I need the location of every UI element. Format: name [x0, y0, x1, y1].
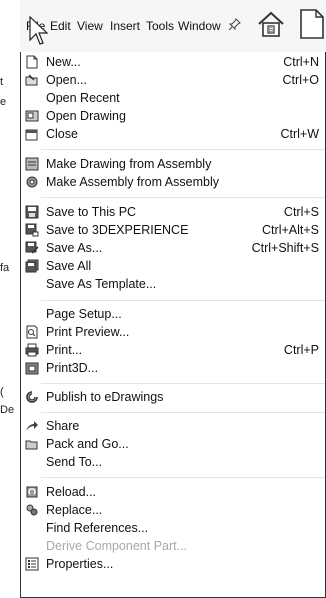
menu-item-save-to-this-pc[interactable]: Save to This PC Ctrl+S — [21, 203, 325, 221]
menu-item-label: Open... — [46, 73, 87, 87]
menu-item-label: Page Setup... — [46, 307, 122, 321]
menu-item-label: Print3D... — [46, 361, 99, 375]
menu-item-label: Send To... — [46, 455, 103, 469]
menu-item-label: Pack and Go... — [46, 437, 129, 451]
menu-item-derive-component-part: Derive Component Part... — [21, 537, 325, 555]
menu-separator — [41, 383, 325, 384]
menu-window[interactable]: Window — [178, 19, 221, 33]
menu-item-label: Make Drawing from Assembly — [46, 157, 212, 171]
menu-item-label: Properties... — [46, 557, 114, 571]
menu-separator — [41, 412, 325, 413]
menu-item-label: Replace... — [46, 503, 103, 517]
menu-item-label: Share — [46, 419, 80, 433]
menu-item-save-as-template[interactable]: Save As Template... — [21, 275, 325, 293]
menu-item-shortcut: Ctrl+Alt+S — [262, 223, 319, 237]
background-text-fragment: De — [0, 404, 15, 416]
svg-text:B: B — [269, 28, 273, 34]
menu-item-find-references[interactable]: Find References... — [21, 519, 325, 537]
menu-item-page-setup[interactable]: Page Setup... — [21, 305, 325, 323]
menu-item-label: Save All — [46, 259, 92, 273]
menu-item-label: Open Drawing — [46, 109, 126, 123]
menu-item-label: Print... — [46, 343, 83, 357]
menu-item-shortcut: Ctrl+N — [283, 55, 319, 69]
menu-item-save-all[interactable]: Save All — [21, 257, 325, 275]
menu-item-save-as[interactable]: Save As... Ctrl+Shift+S — [21, 239, 325, 257]
menu-view[interactable]: View — [77, 19, 103, 33]
menu-item-label: Reload... — [46, 485, 97, 499]
menu-item-label: Derive Component Part... — [46, 539, 188, 553]
menu-item-save-to-3dexperience[interactable]: Save to 3DEXPERIENCE Ctrl+Alt+S — [21, 221, 325, 239]
menu-item-replace[interactable]: Replace... — [21, 501, 325, 519]
pack-and-go-icon — [25, 440, 38, 450]
save-icon — [25, 205, 39, 219]
save-as-icon — [25, 241, 39, 254]
replace-icon — [26, 504, 38, 516]
printer-icon — [25, 343, 39, 357]
save-cloud-icon — [25, 223, 39, 237]
menu-item-close[interactable]: Close Ctrl+W — [21, 125, 325, 143]
properties-icon — [25, 557, 39, 571]
new-document-icon[interactable] — [299, 8, 325, 40]
assembly-icon — [26, 176, 38, 188]
print-preview-icon — [26, 325, 38, 339]
menu-insert[interactable]: Insert — [110, 19, 140, 33]
menu-item-label: Save to 3DEXPERIENCE — [46, 223, 189, 237]
menu-item-shortcut: Ctrl+P — [283, 343, 319, 357]
menu-item-label: Find References... — [46, 521, 149, 535]
menu-item-pack-and-go[interactable]: Pack and Go... — [21, 435, 325, 453]
menu-item-label: Close — [46, 127, 78, 141]
menu-item-shortcut: Ctrl+O — [282, 73, 319, 87]
menu-item-print3d[interactable]: Print3D... — [21, 359, 325, 377]
menu-item-label: Publish to eDrawings — [46, 390, 164, 404]
menu-item-label: New... — [46, 55, 81, 69]
menu-item-shortcut: Ctrl+S — [283, 205, 319, 219]
menu-item-shortcut: Ctrl+W — [280, 127, 319, 141]
menu-item-open-recent[interactable]: Open Recent — [21, 89, 325, 107]
menu-item-label: Save As... — [46, 241, 103, 255]
menu-item-print[interactable]: Print... Ctrl+P — [21, 341, 325, 359]
menu-item-label: Print Preview... — [46, 325, 130, 339]
menu-item-send-to[interactable]: Send To... — [21, 453, 325, 471]
menu-item-share[interactable]: Share — [21, 417, 325, 435]
menu-item-open[interactable]: Open... Ctrl+O — [21, 71, 325, 89]
menu-tools[interactable]: Tools — [146, 19, 174, 33]
drawing-from-assembly-icon — [25, 157, 39, 171]
menu-item-label: Save to This PC — [46, 205, 137, 219]
save-all-icon — [25, 259, 39, 273]
menu-separator — [41, 477, 325, 478]
menu-item-label: Make Assembly from Assembly — [46, 175, 219, 189]
menu-item-print-preview[interactable]: Print Preview... — [21, 323, 325, 341]
menu-separator — [41, 149, 325, 150]
menu-item-label: Open Recent — [46, 91, 120, 105]
menu-item-make-drawing-from-assembly[interactable]: Make Drawing from Assembly — [21, 155, 325, 173]
pin-icon[interactable] — [228, 18, 241, 33]
menu-item-properties[interactable]: Properties... — [21, 555, 325, 573]
open-folder-icon — [25, 74, 38, 86]
menu-item-publish-to-edrawings[interactable]: Publish to eDrawings — [21, 388, 325, 406]
background-text-fragment: t — [0, 76, 4, 88]
menubar: File Edit View Insert Tools Window B — [20, 0, 326, 53]
reload-icon — [26, 486, 38, 498]
edrawings-icon — [26, 391, 38, 403]
menu-separator — [41, 300, 325, 301]
close-document-icon — [25, 129, 38, 141]
background-text-fragment: fa — [0, 262, 10, 274]
home-icon[interactable]: B — [256, 9, 286, 39]
menu-separator — [41, 197, 325, 198]
background-text-fragment: e — [0, 96, 7, 108]
new-document-icon — [26, 55, 38, 69]
menu-item-reload[interactable]: Reload... — [21, 483, 325, 501]
menu-item-new[interactable]: New... Ctrl+N — [21, 53, 325, 71]
file-menu: New... Ctrl+N Open... Ctrl+O Open Recent… — [20, 52, 326, 598]
print3d-icon — [25, 362, 39, 375]
menu-item-shortcut: Ctrl+Shift+S — [251, 241, 319, 255]
menu-item-make-assembly-from-assembly[interactable]: Make Assembly from Assembly — [21, 173, 325, 191]
background-text-fragment: ( — [0, 386, 4, 398]
menu-item-open-drawing[interactable]: Open Drawing — [21, 107, 325, 125]
drawing-icon — [25, 110, 39, 122]
mouse-cursor-icon — [29, 16, 49, 45]
share-icon — [26, 421, 38, 431]
menu-item-label: Save As Template... — [46, 277, 157, 291]
